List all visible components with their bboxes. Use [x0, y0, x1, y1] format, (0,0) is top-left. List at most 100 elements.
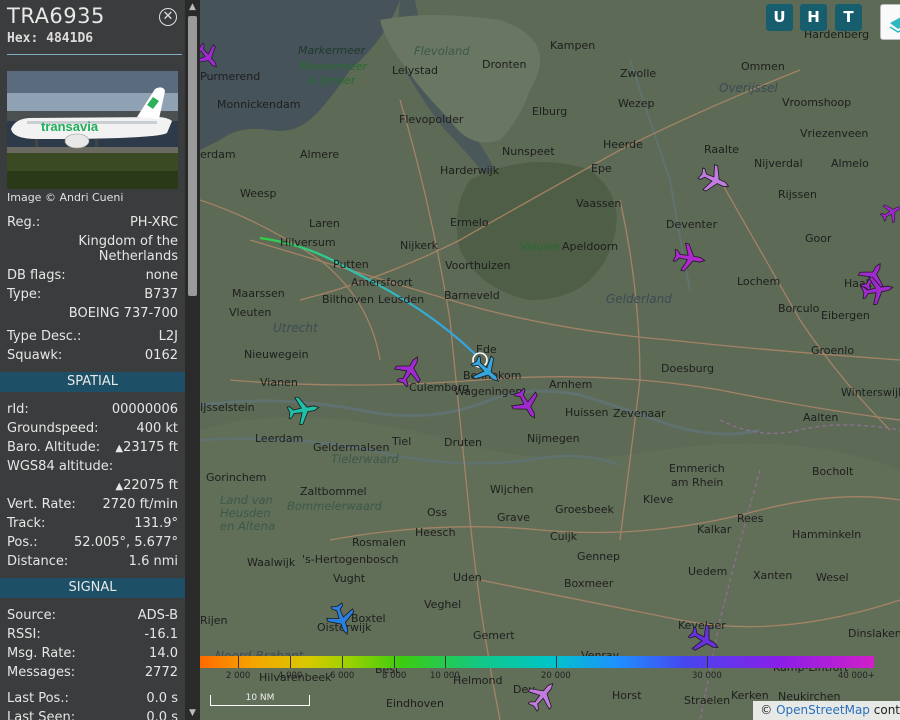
place-label: Uden — [453, 571, 482, 584]
place-label: Helmond — [453, 674, 503, 687]
divider — [7, 54, 182, 55]
place-label: Haak — [844, 277, 873, 290]
signal-header[interactable]: SIGNAL — [0, 578, 185, 598]
place-label: Laren — [309, 217, 340, 230]
place-label: Eibergen — [821, 309, 870, 322]
place-label: Ede — [476, 343, 497, 356]
scroll-thumb[interactable] — [188, 16, 197, 296]
legend-tick — [556, 656, 557, 668]
legend-label: 6 000 — [330, 671, 355, 681]
msg-rate-row: Msg. Rate: 14.0 — [7, 646, 178, 661]
photo-credit: Image © Andri Cueni — [7, 191, 124, 204]
place-label: Tielerwaard — [331, 452, 399, 466]
place-label: Barneveld — [444, 289, 500, 302]
livery-text: transavia — [41, 119, 99, 134]
place-label: Veghel — [424, 598, 462, 611]
place-label: Flevopolder — [399, 113, 464, 126]
registration-value[interactable]: PH-XRC — [130, 214, 178, 231]
place-label: Harderwijk — [440, 164, 500, 177]
map-attribution: © OpenStreetMap cont — [753, 701, 900, 720]
place-label: Hilversum — [280, 236, 336, 249]
place-label: Tiel — [392, 435, 412, 448]
place-label: Eindhoven — [386, 697, 444, 710]
place-label: Maarssen — [232, 287, 285, 300]
type-row: Type: B737 — [7, 287, 178, 302]
place-label: Deu — [513, 683, 536, 696]
place-label: Heusden — [220, 506, 271, 520]
sidebar-scrollbar[interactable]: ▲ ▼ — [185, 0, 200, 720]
place-label: Heerde — [603, 138, 643, 151]
legend-tick — [707, 656, 708, 668]
last-pos-row: Last Pos.: 0.0 s — [7, 691, 178, 706]
place-label: Nijkerk — [400, 239, 438, 252]
place-label: Putten — [333, 258, 369, 271]
place-label: Raalte — [704, 143, 740, 156]
place-label: Gelderland — [606, 292, 672, 306]
place-label: Straelen — [684, 694, 731, 707]
place-label: Markermeer — [300, 60, 368, 73]
altitude-color-bar — [200, 656, 874, 668]
dbflags-row: DB flags: none — [7, 268, 178, 283]
source-row: Source: ADS-B — [7, 608, 178, 623]
place-label: am Rhein — [671, 476, 724, 489]
country: Kingdom of the Netherlands — [78, 234, 178, 264]
place-label: en Altena — [220, 519, 276, 533]
climb-arrow-icon: ▲ — [115, 481, 124, 492]
place-label: Veluwe — [520, 240, 560, 253]
aircraft-info-panel: TRA6935 Hex: 4841D6 ✕ transavia Image © … — [0, 0, 185, 720]
rid-row: rId: 00000006 — [7, 402, 178, 417]
place-label: Ommen — [741, 60, 785, 73]
button-u[interactable]: U — [766, 4, 793, 31]
scroll-down-icon[interactable]: ▼ — [185, 706, 200, 720]
place-label: Utrecht — [273, 321, 318, 335]
place-label: Oss — [427, 506, 448, 519]
wgs84-altitude-value-row: ▲22075 ft — [115, 478, 178, 493]
place-label: Nijmegen — [527, 432, 580, 445]
place-label: IJsselstein — [200, 401, 255, 414]
place-label: Vleuten — [229, 306, 272, 319]
legend-label: 2 000 — [226, 671, 251, 681]
place-label: Monnickendam — [217, 98, 301, 111]
place-label: Kalkar — [697, 523, 732, 536]
place-label: Zevenaar — [613, 407, 666, 420]
legend-tick — [394, 656, 395, 668]
place-label: Land van — [220, 493, 273, 507]
legend-label: 20 000 — [541, 671, 571, 681]
place-label: Vianen — [260, 376, 298, 389]
place-label: & IJmeer — [308, 74, 356, 87]
place-label: Overijssel — [719, 81, 778, 95]
type-desc-row: Type Desc.: L2J — [7, 329, 178, 344]
place-label: Almelo — [831, 157, 869, 170]
openstreetmap-link[interactable]: OpenStreetMap — [776, 703, 870, 717]
place-label: Bommelerwaard — [287, 499, 382, 513]
messages-row: Messages: 2772 — [7, 665, 178, 680]
place-label: Heesch — [415, 526, 456, 539]
spatial-header[interactable]: SPATIAL — [0, 372, 185, 392]
button-h[interactable]: H — [800, 4, 827, 31]
close-icon[interactable]: ✕ — [159, 8, 177, 26]
wgs84-altitude-row: WGS84 altitude: — [7, 459, 114, 474]
place-label: Emmerich — [669, 462, 725, 475]
scroll-up-icon[interactable]: ▲ — [185, 0, 200, 14]
place-label: Kleve — [643, 493, 674, 506]
legend-tick — [290, 656, 291, 668]
hex-code: Hex: 4841D6 — [7, 31, 94, 46]
place-label: Boxtel — [351, 612, 386, 625]
place-label: Nijverdal — [754, 157, 803, 170]
squawk-row: Squawk: 0162 — [7, 348, 178, 363]
button-t[interactable]: T — [835, 4, 862, 31]
place-label: Zwolle — [620, 67, 657, 80]
aircraft-photo: transavia — [7, 71, 178, 189]
place-label: Markermeer — [298, 44, 366, 57]
layers-icon[interactable] — [880, 4, 900, 40]
place-label: Nunspeet — [502, 145, 555, 158]
map-view[interactable]: Markermeer Markermeer & IJmeer Flevoland… — [200, 0, 900, 720]
track-row: Track: 131.9° — [7, 516, 178, 531]
legend-label: 30 000 — [692, 671, 722, 681]
place-label: Vaassen — [576, 197, 622, 210]
place-label: Leerdam — [255, 432, 304, 445]
place-label: Wesel — [816, 571, 849, 584]
place-label: Apeldoorn — [562, 240, 619, 253]
place-label: Weesp — [240, 187, 277, 200]
climb-arrow-icon: ▲ — [115, 443, 124, 454]
